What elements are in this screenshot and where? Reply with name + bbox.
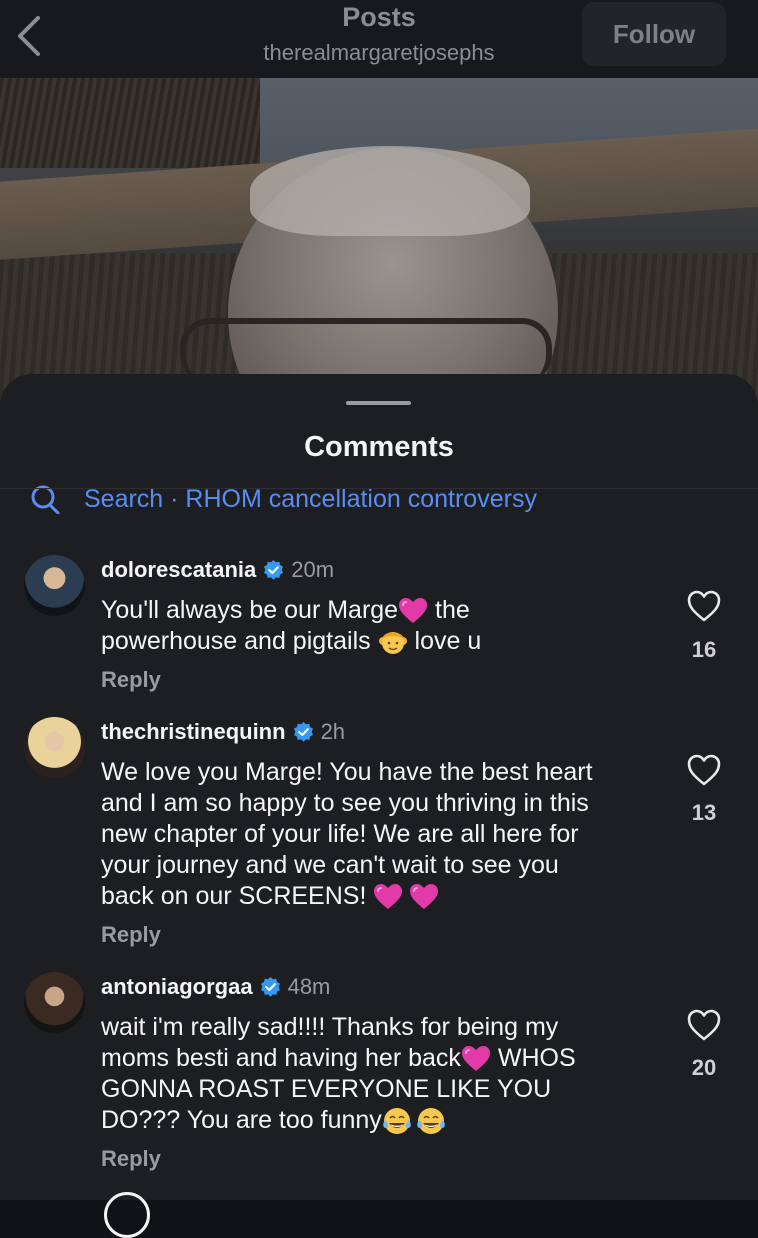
pink-heart-emoji xyxy=(410,884,439,910)
follow-button[interactable]: Follow xyxy=(582,2,726,66)
verified-badge-icon xyxy=(264,559,284,580)
comment-header: thechristinequinn 2h xyxy=(101,717,345,747)
post-media[interactable] xyxy=(0,78,758,408)
comment-text: wait i'm really sad!!!! Thanks for being… xyxy=(101,1012,661,1136)
pink-heart-emoji xyxy=(461,1046,490,1072)
comment-timestamp: 2h xyxy=(320,719,346,744)
comment-timestamp: 20m xyxy=(291,557,335,582)
avatar[interactable] xyxy=(104,1192,150,1238)
comment-username[interactable]: dolorescatania xyxy=(101,557,256,583)
verified-badge-icon xyxy=(260,976,280,997)
comments-sheet: Comments Search · RHOM cancellation cont… xyxy=(0,374,758,1200)
comment-header: dolorescatania 20m xyxy=(101,555,334,585)
header-divider xyxy=(0,488,758,489)
comment-text: We love you Marge! You have the best hea… xyxy=(101,758,593,910)
sheet-drag-handle[interactable] xyxy=(346,401,411,405)
comment-timestamp: 48m xyxy=(287,974,331,999)
search-suggestion-text: Search · RHOM cancellation controversy xyxy=(84,485,537,513)
tears-of-joy-emoji xyxy=(416,1108,445,1135)
heart-outline-icon[interactable] xyxy=(686,753,722,787)
sheet-title: Comments xyxy=(304,431,454,463)
comment-username[interactable]: antoniagorgaa xyxy=(101,974,253,1000)
comment-username[interactable]: thechristinequinn xyxy=(101,719,286,745)
girl-with-pigtails-emoji xyxy=(378,632,407,655)
like-count: 13 xyxy=(691,800,717,825)
heart-outline-icon[interactable] xyxy=(686,1008,722,1042)
comment-text: You'll always be our Marge the powerhous… xyxy=(101,595,661,657)
reply-button[interactable]: Reply xyxy=(101,667,161,693)
like-count: 16 xyxy=(691,637,717,662)
comment-header: antoniagorgaa 48m xyxy=(101,972,330,1002)
avatar[interactable] xyxy=(24,972,85,1033)
avatar[interactable] xyxy=(24,555,85,616)
reply-button[interactable]: Reply xyxy=(101,1146,161,1172)
pink-heart-emoji xyxy=(374,884,403,910)
top-bar: Posts therealmargaretjosephs Follow xyxy=(0,0,758,78)
like-count: 20 xyxy=(691,1055,717,1080)
pink-heart-emoji xyxy=(399,598,428,624)
reply-button[interactable]: Reply xyxy=(101,922,161,948)
avatar[interactable] xyxy=(24,717,85,778)
verified-badge-icon xyxy=(293,721,313,742)
heart-outline-icon[interactable] xyxy=(686,589,722,623)
tears-of-joy-emoji xyxy=(382,1108,411,1135)
